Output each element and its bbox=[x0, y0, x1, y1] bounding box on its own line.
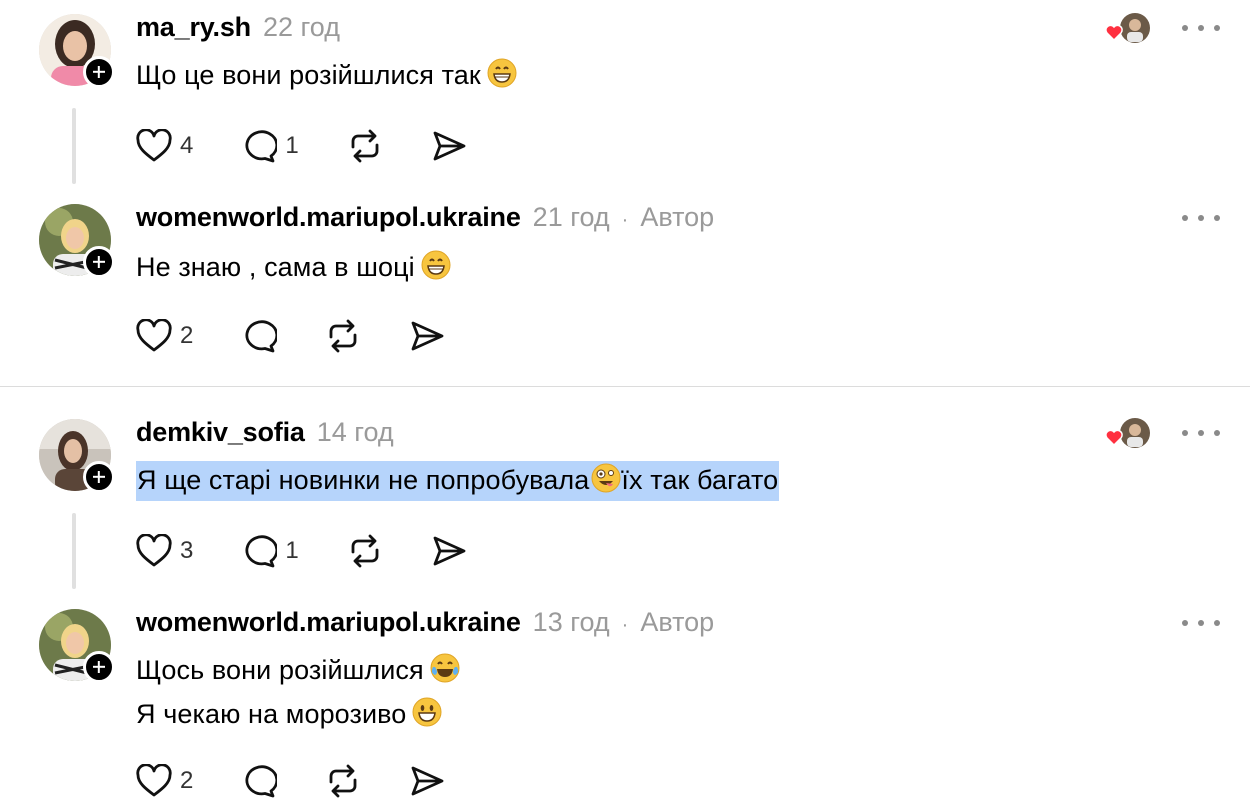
thread-divider bbox=[0, 386, 1250, 387]
timestamp: 21 год bbox=[532, 202, 610, 232]
comment-text: Не знаю , сама в шоці bbox=[136, 250, 451, 287]
send-icon bbox=[411, 321, 444, 351]
more-options-button[interactable] bbox=[1182, 18, 1220, 38]
more-options-button[interactable] bbox=[1182, 613, 1220, 633]
share-button[interactable] bbox=[409, 764, 445, 798]
grin-emoji-icon bbox=[487, 58, 517, 95]
heart-icon bbox=[136, 764, 172, 797]
like-count: 2 bbox=[180, 767, 194, 794]
reply-count: 1 bbox=[285, 132, 299, 159]
avatar[interactable] bbox=[39, 14, 115, 88]
like-button[interactable]: 4 bbox=[136, 129, 193, 163]
timestamp: 14 год bbox=[316, 417, 394, 447]
grin-emoji-icon bbox=[421, 250, 451, 287]
heart-icon bbox=[136, 534, 172, 567]
liked-by-author-icon bbox=[1104, 417, 1152, 449]
like-count: 3 bbox=[180, 537, 194, 564]
comment-text-line-1: Щось вони розійшлися bbox=[136, 653, 460, 690]
comment-text-line-2: Я чекаю на морозиво bbox=[136, 697, 442, 734]
avatar[interactable] bbox=[39, 204, 115, 278]
liked-by-author-icon bbox=[1104, 12, 1152, 44]
follow-plus-icon[interactable] bbox=[83, 56, 115, 88]
more-options-button[interactable] bbox=[1182, 423, 1220, 443]
repost-button[interactable] bbox=[325, 319, 361, 353]
share-button[interactable] bbox=[431, 534, 467, 568]
username[interactable]: ma_ry.sh bbox=[136, 12, 251, 43]
avatar[interactable] bbox=[39, 419, 115, 493]
avatar[interactable] bbox=[39, 609, 115, 683]
author-badge: Автор bbox=[640, 607, 715, 637]
repost-icon bbox=[351, 534, 379, 568]
zany-face-emoji-icon bbox=[591, 463, 621, 500]
heart-icon bbox=[136, 129, 172, 162]
share-button[interactable] bbox=[409, 319, 445, 353]
separator-dot: · bbox=[621, 614, 629, 636]
tears-of-joy-emoji-icon bbox=[430, 653, 460, 690]
comment-bubble-icon bbox=[245, 535, 278, 568]
more-options-button[interactable] bbox=[1182, 208, 1220, 228]
reply-button[interactable] bbox=[241, 319, 278, 353]
repost-button[interactable] bbox=[325, 764, 361, 798]
follow-plus-icon[interactable] bbox=[83, 246, 115, 278]
comment-text: Що це вони розійшлися так bbox=[136, 58, 517, 95]
reply-button[interactable]: 1 bbox=[241, 129, 299, 163]
comment-bubble-icon bbox=[245, 130, 278, 163]
follow-plus-icon[interactable] bbox=[83, 461, 115, 493]
reply-button[interactable]: 1 bbox=[241, 534, 299, 568]
username[interactable]: womenworld.mariupol.ukraine bbox=[136, 607, 521, 638]
grinning-emoji-icon bbox=[412, 697, 442, 734]
comment-1: ma_ry.sh 22 год Що це вони розійшлися та… bbox=[0, 0, 1250, 190]
heart-icon bbox=[136, 319, 172, 352]
like-button[interactable]: 2 bbox=[136, 319, 193, 353]
comment-bubble-icon bbox=[245, 320, 278, 353]
send-icon bbox=[411, 766, 444, 796]
repost-button[interactable] bbox=[347, 129, 383, 163]
username[interactable]: demkiv_sofia bbox=[136, 417, 305, 448]
comment-bubble-icon bbox=[245, 765, 278, 798]
send-icon bbox=[433, 536, 466, 566]
timestamp: 22 год bbox=[262, 12, 340, 42]
thread-line bbox=[72, 108, 76, 184]
like-button[interactable]: 2 bbox=[136, 764, 193, 798]
comment-2: womenworld.mariupol.ukraine 21 год · Авт… bbox=[0, 190, 1250, 386]
username[interactable]: womenworld.mariupol.ukraine bbox=[136, 202, 521, 233]
comment-3: demkiv_sofia 14 год Я ще старі новинки н… bbox=[0, 405, 1250, 595]
share-button[interactable] bbox=[431, 129, 467, 163]
reply-count: 1 bbox=[285, 537, 299, 564]
like-button[interactable]: 3 bbox=[136, 534, 193, 568]
comment-4: womenworld.mariupol.ukraine 13 год · Авт… bbox=[0, 595, 1250, 798]
thread-line bbox=[72, 513, 76, 589]
author-badge: Автор bbox=[640, 202, 715, 232]
repost-icon bbox=[329, 764, 357, 798]
like-count: 2 bbox=[180, 322, 194, 349]
timestamp: 13 год bbox=[532, 607, 610, 637]
separator-dot: · bbox=[621, 209, 629, 231]
like-count: 4 bbox=[180, 132, 194, 159]
send-icon bbox=[433, 131, 466, 161]
follow-plus-icon[interactable] bbox=[83, 651, 115, 683]
repost-icon bbox=[351, 129, 379, 163]
comment-text: Я ще старі новинки не попробувала їх так … bbox=[136, 461, 780, 501]
selected-text: Я ще старі новинки не попробувала їх так … bbox=[136, 461, 780, 501]
repost-button[interactable] bbox=[347, 534, 383, 568]
repost-icon bbox=[329, 319, 357, 353]
reply-button[interactable] bbox=[241, 764, 278, 798]
